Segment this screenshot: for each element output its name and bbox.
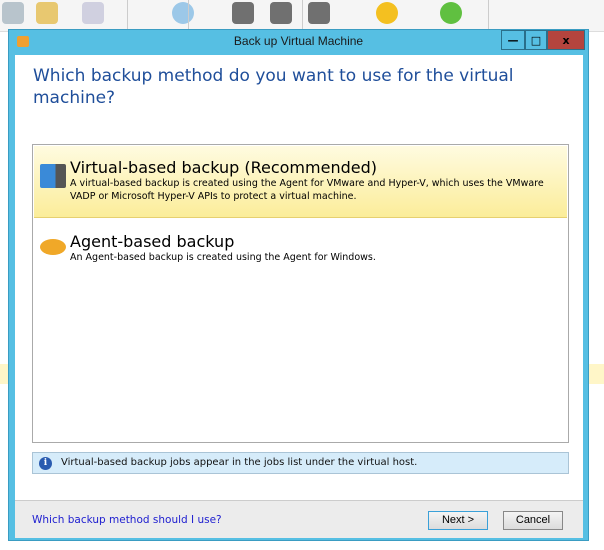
backup-method-list: Virtual-based backup (Recommended) A vir… [32, 144, 569, 443]
dialog-content: Which backup method do you want to use f… [15, 55, 583, 500]
storage-icon[interactable] [172, 2, 194, 24]
info-icon: i [39, 457, 52, 470]
option-virtual-based[interactable]: Virtual-based backup (Recommended) A vir… [34, 146, 567, 218]
background-app-toolbar [0, 0, 604, 32]
mail-search-icon[interactable] [36, 2, 58, 24]
divider [488, 0, 489, 30]
close-button[interactable]: x [547, 30, 585, 50]
info-bar: i Virtual-based backup jobs appear in th… [32, 452, 569, 474]
virtual-server-icon [40, 164, 66, 188]
option-agent-based[interactable]: Agent-based backup An Agent-based backup… [34, 227, 567, 267]
divider [188, 0, 189, 30]
divider [127, 0, 128, 30]
info-text: Virtual-based backup jobs appear in the … [61, 457, 418, 468]
play-icon[interactable] [440, 2, 462, 24]
help-link[interactable]: Which backup method should I use? [32, 514, 222, 526]
pause-icon[interactable] [376, 2, 398, 24]
minimize-button[interactable]: — [501, 30, 525, 50]
next-button[interactable]: Next > [428, 511, 488, 530]
update-server-icon[interactable] [308, 2, 330, 24]
page-heading: Which backup method do you want to use f… [33, 66, 514, 108]
backup-icon[interactable] [2, 2, 24, 24]
option-title: Virtual-based backup (Recommended) [70, 158, 377, 177]
title-bar[interactable]: Back up Virtual Machine — □ x [9, 30, 588, 54]
background-row [0, 364, 8, 384]
restore-icon[interactable] [82, 2, 104, 24]
backup-vm-dialog: Back up Virtual Machine — □ x Which back… [8, 29, 589, 541]
divider [302, 0, 303, 30]
disk-icon [40, 239, 66, 255]
add-server-icon[interactable] [232, 2, 254, 24]
remove-server-icon[interactable] [270, 2, 292, 24]
background-row [588, 364, 604, 384]
maximize-button[interactable]: □ [525, 30, 547, 50]
option-description: An Agent-based backup is created using t… [70, 252, 376, 263]
cancel-button[interactable]: Cancel [503, 511, 563, 530]
option-description: A virtual-based backup is created using … [70, 178, 544, 202]
dialog-footer: Which backup method should I use? Next >… [15, 500, 583, 538]
option-title: Agent-based backup [70, 232, 235, 251]
